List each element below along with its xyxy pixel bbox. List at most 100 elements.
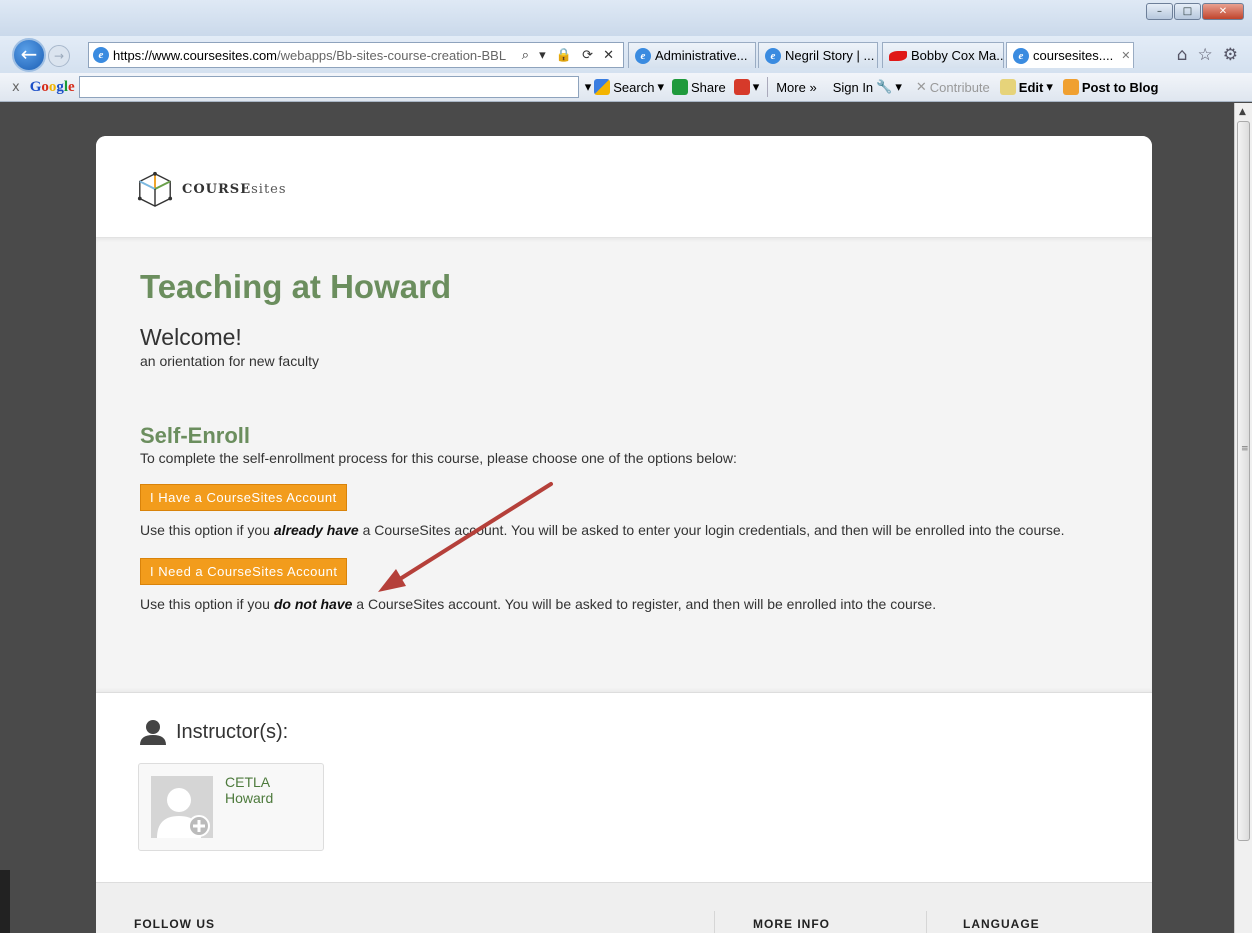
follow-us-heading: FOLLOW US	[134, 917, 215, 931]
self-enroll-heading: Self-Enroll	[140, 423, 251, 448]
tab-label: Negril Story | ...	[785, 48, 875, 63]
coursesites-logo[interactable]: COURSEsites	[136, 170, 287, 208]
favorites-star-icon[interactable]: ☆	[1198, 45, 1213, 65]
search-label: Search	[613, 79, 655, 95]
window-titlebar: – □ ✕	[0, 0, 1252, 38]
google-toolbar: x Google ▾ Search ▾ Share ▾ More » Sign …	[0, 73, 1252, 102]
maximize-button[interactable]: □	[1174, 3, 1201, 20]
contribute-label: Contribute	[929, 79, 990, 95]
sign-in-button[interactable]: Sign In 🔧 ▾	[833, 79, 902, 95]
google-search-input[interactable]	[78, 76, 579, 98]
close-toolbar-icon[interactable]: x	[12, 80, 20, 95]
desc-text: a CourseSites account. You will be asked…	[358, 522, 1065, 538]
window-controls: – □ ✕	[1146, 3, 1244, 20]
scrollbar-thumb[interactable]: ≡	[1237, 121, 1250, 841]
edit-icon	[999, 79, 1016, 95]
footer-divider	[926, 911, 927, 933]
sign-in-label: Sign In	[832, 79, 874, 95]
need-account-description: Use this option if you do not have a Cou…	[140, 595, 1108, 614]
page-edge	[0, 870, 10, 933]
forward-button[interactable]: →	[48, 45, 70, 67]
more-button[interactable]: More »	[776, 80, 816, 95]
contribute-button[interactable]: ✕ Contribute	[916, 79, 990, 95]
url-path: /webapps/Bb-sites-course-creation-BBL	[277, 47, 507, 63]
desc-text: Use this option if you	[140, 596, 274, 612]
instructors-heading: Instructor(s):	[138, 719, 288, 745]
logo-wordmark: COURSEsites	[182, 182, 287, 197]
tab-label: Bobby Cox Ma...	[911, 48, 1004, 63]
ie-page-icon: e	[93, 47, 109, 63]
instructor-name[interactable]: CETLA Howard	[225, 774, 273, 806]
share-button[interactable]: Share	[671, 79, 726, 95]
url-domain: https://www.coursesites.com	[113, 47, 277, 63]
wrench-icon: 🔧	[876, 79, 893, 94]
share-label: Share	[690, 79, 726, 95]
back-button[interactable]: ←	[12, 38, 46, 72]
minimize-button[interactable]: –	[1146, 3, 1173, 20]
default-avatar-icon	[157, 788, 210, 838]
more-info-heading: MORE INFO	[753, 917, 830, 931]
address-bar-tools[interactable]: ⌕ ▾ 🔒 ⟳ ✕	[522, 48, 623, 63]
tab-label: coursesites....	[1033, 48, 1114, 63]
enrollment-section: Teaching at Howard Welcome! an orientati…	[96, 238, 1152, 692]
ie-tab-icon: e	[1013, 47, 1029, 64]
scrollbar-grip-icon: ≡	[1241, 444, 1249, 454]
cube-logo-icon	[137, 171, 173, 207]
welcome-heading: Welcome!	[140, 324, 242, 350]
translate-icon	[733, 79, 750, 95]
page-footer: FOLLOW US MORE INFO LANGUAGE	[96, 882, 1152, 933]
footer-divider	[714, 911, 715, 933]
tab-administrative[interactable]: e Administrative...	[628, 42, 756, 68]
scroll-up-icon[interactable]: ▲	[1239, 107, 1246, 117]
avatar	[151, 776, 213, 838]
browser-right-icons: ⌂ ☆ ⚙	[1177, 45, 1238, 65]
person-icon	[140, 720, 166, 745]
close-icon: ✕	[915, 79, 927, 94]
instructor-last-name: Howard	[225, 790, 274, 806]
desc-text: Use this option if you	[140, 522, 274, 538]
edit-button[interactable]: Edit ▾	[999, 79, 1053, 95]
google-logo: Google	[29, 78, 75, 95]
share-icon	[671, 79, 688, 95]
instructor-card[interactable]: CETLA Howard	[138, 763, 324, 851]
instructors-heading-text: Instructor(s):	[176, 720, 289, 743]
course-title: Teaching at Howard	[140, 268, 452, 305]
ie-tab-icon: e	[765, 47, 781, 64]
vertical-scrollbar[interactable]: ▲ ≡	[1234, 103, 1252, 933]
tab-bobby-cox[interactable]: Bobby Cox Ma...	[882, 42, 1004, 68]
enroll-instructions: To complete the self-enrollment process …	[140, 450, 737, 466]
need-account-button[interactable]: I Need a CourseSites Account	[140, 558, 348, 585]
close-window-button[interactable]: ✕	[1202, 3, 1244, 20]
desc-text: a CourseSites account. You will be asked…	[352, 596, 937, 612]
google-search-icon	[594, 79, 611, 95]
tab-coursesites[interactable]: e coursesites.... ✕	[1006, 42, 1134, 68]
have-account-description: Use this option if you already have a Co…	[140, 521, 1108, 540]
course-card: COURSEsites Teaching at Howard Welcome! …	[96, 136, 1152, 933]
close-tab-icon[interactable]: ✕	[1121, 49, 1130, 62]
instructor-first-name: CETLA	[225, 774, 271, 790]
post-label: Post to Blog	[1081, 79, 1159, 95]
course-subtitle: an orientation for new faculty	[140, 353, 319, 369]
logo-bold-text: COURSE	[182, 181, 252, 197]
site-header: COURSEsites	[96, 136, 1152, 238]
language-heading: LANGUAGE	[963, 917, 1040, 931]
search-dropdown[interactable]: ▾ Search ▾	[585, 79, 664, 95]
home-icon[interactable]: ⌂	[1177, 45, 1188, 65]
translate-button[interactable]: ▾	[733, 79, 759, 95]
tab-negril-story[interactable]: e Negril Story | ...	[758, 42, 878, 68]
blog-icon	[1062, 79, 1079, 95]
toolbar-separator	[767, 77, 769, 97]
tab-label: Administrative...	[655, 48, 748, 63]
logo-light-text: sites	[251, 181, 287, 197]
ie-tab-icon: e	[635, 47, 651, 64]
have-account-button[interactable]: I Have a CourseSites Account	[140, 484, 347, 511]
edit-label: Edit	[1018, 79, 1044, 95]
red-hat-icon	[889, 50, 907, 61]
post-to-blog-button[interactable]: Post to Blog	[1062, 79, 1159, 95]
gear-icon[interactable]: ⚙	[1223, 45, 1238, 65]
instructors-section: Instructor(s): CETLA Howard	[96, 692, 1152, 882]
desc-emphasis: already have	[273, 522, 359, 538]
browser-nav-row: ← → e https://www.coursesites.com/webapp…	[0, 36, 1252, 76]
desc-emphasis: do not have	[273, 596, 353, 612]
address-bar[interactable]: e https://www.coursesites.com/webapps/Bb…	[88, 42, 624, 68]
